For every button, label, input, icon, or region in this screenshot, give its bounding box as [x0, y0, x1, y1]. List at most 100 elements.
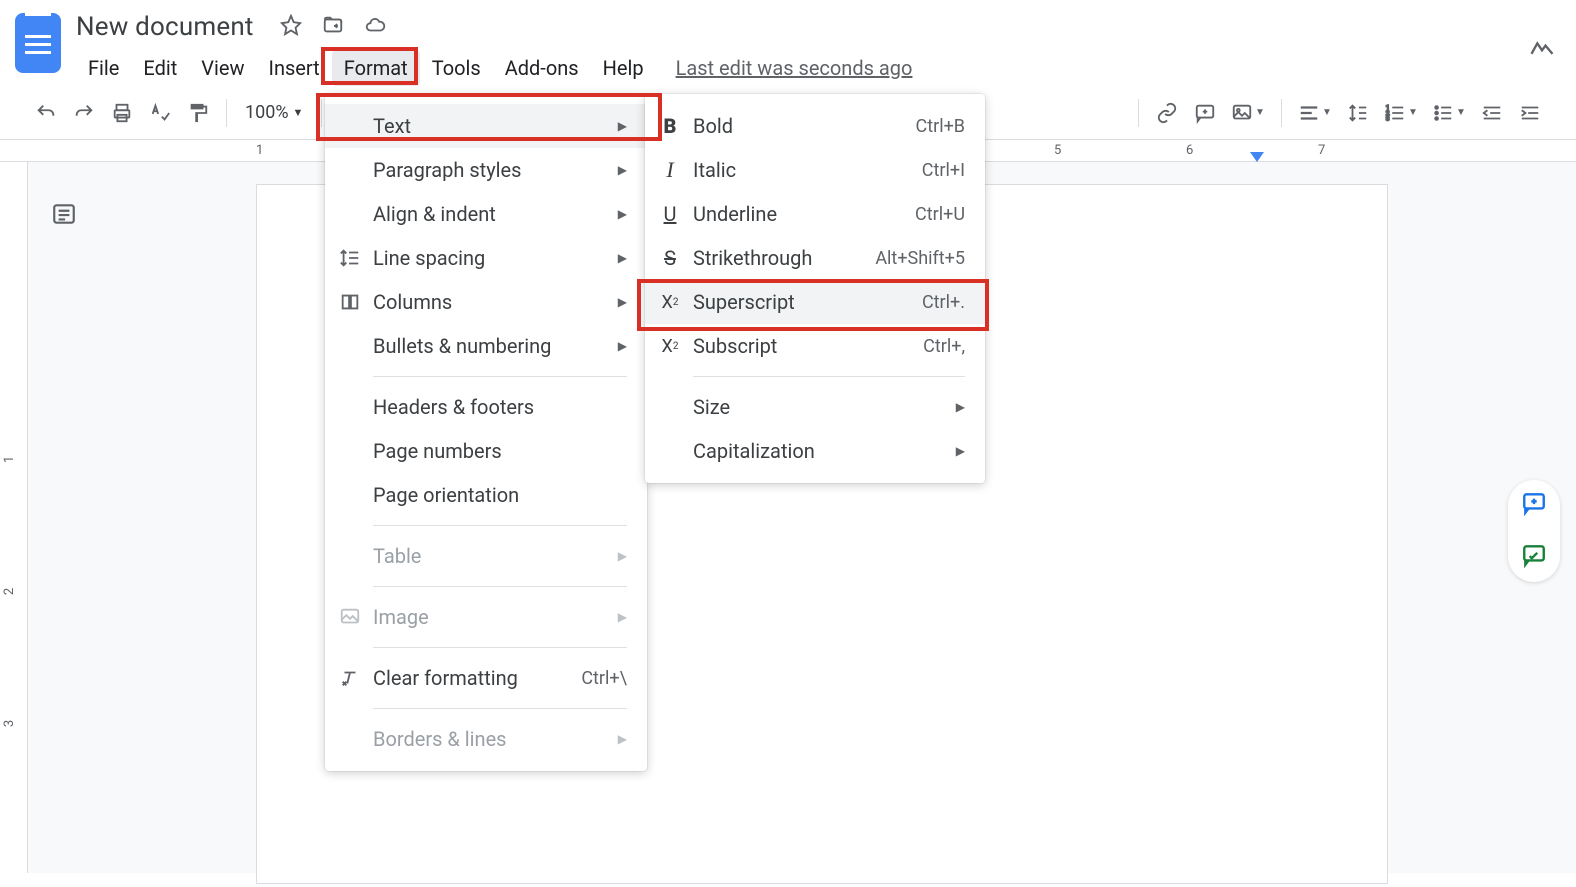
cloud-status-icon[interactable]	[364, 14, 386, 40]
format-clear-label: Clear formatting	[373, 666, 518, 690]
format-table-label: Table	[373, 544, 421, 568]
clear-formatting-icon	[339, 667, 361, 689]
format-image-label: Image	[373, 605, 429, 629]
underline-icon: U	[659, 203, 681, 225]
format-bullets-item[interactable]: Bullets & numbering▶	[325, 324, 647, 368]
menu-edit[interactable]: Edit	[131, 50, 189, 86]
spellcheck-button[interactable]	[142, 95, 178, 131]
text-sub-shortcut: Ctrl+,	[923, 336, 965, 357]
vruler-num-1: 1	[2, 456, 17, 463]
insert-image-button[interactable]: ▼	[1225, 95, 1271, 131]
format-paragraph-styles-item[interactable]: Paragraph styles▶	[325, 148, 647, 192]
text-strike-label: Strikethrough	[693, 246, 812, 270]
text-superscript-item[interactable]: X2 Superscript Ctrl+.	[645, 280, 985, 324]
text-submenu-dropdown: B Bold Ctrl+B I Italic Ctrl+I U Underlin…	[645, 94, 985, 483]
format-table-item: Table▶	[325, 534, 647, 578]
italic-icon: I	[659, 159, 681, 181]
format-page-orientation-label: Page orientation	[373, 483, 519, 507]
text-super-label: Superscript	[693, 290, 795, 314]
decrease-indent-button[interactable]	[1474, 95, 1510, 131]
format-align-indent-item[interactable]: Align & indent▶	[325, 192, 647, 236]
menu-bar: File Edit View Insert Format Tools Add-o…	[76, 50, 1564, 86]
right-indent-marker[interactable]	[1250, 152, 1264, 162]
vruler-num-2: 2	[2, 588, 17, 595]
align-button[interactable]: ▼	[1292, 95, 1338, 131]
title-block: New document File Edit View Insert Forma…	[76, 8, 1564, 86]
text-bold-item[interactable]: B Bold Ctrl+B	[645, 104, 985, 148]
text-underline-item[interactable]: U Underline Ctrl+U	[645, 192, 985, 236]
text-capitalization-item[interactable]: Capitalization▶	[645, 429, 985, 473]
suggest-edits-side-button[interactable]	[1521, 542, 1547, 572]
docs-logo-icon	[15, 13, 61, 73]
star-icon[interactable]	[280, 14, 302, 40]
zoom-value: 100%	[245, 102, 289, 123]
outline-toggle-button[interactable]	[44, 194, 84, 234]
format-columns-label: Columns	[373, 290, 452, 314]
format-clear-formatting-item[interactable]: Clear formatting Ctrl+\	[325, 656, 647, 700]
format-page-numbers-item[interactable]: Page numbers	[325, 429, 647, 473]
format-line-spacing-item[interactable]: Line spacing▶	[325, 236, 647, 280]
menu-tools[interactable]: Tools	[420, 50, 493, 86]
side-panel-buttons	[1508, 480, 1560, 582]
menu-help[interactable]: Help	[591, 50, 656, 86]
menu-addons[interactable]: Add-ons	[493, 50, 591, 86]
text-size-label: Size	[693, 395, 730, 419]
format-align-label: Align & indent	[373, 202, 496, 226]
text-underline-label: Underline	[693, 202, 777, 226]
move-icon[interactable]	[322, 14, 344, 40]
format-text-label: Text	[373, 114, 411, 138]
explore-icon[interactable]	[1528, 34, 1556, 66]
format-paragraph-label: Paragraph styles	[373, 158, 521, 182]
menu-insert[interactable]: Insert	[257, 50, 332, 86]
format-text-item[interactable]: Text▶	[325, 104, 647, 148]
text-italic-item[interactable]: I Italic Ctrl+I	[645, 148, 985, 192]
text-underline-shortcut: Ctrl+U	[915, 204, 965, 225]
last-edit-link[interactable]: Last edit was seconds ago	[676, 56, 913, 80]
format-borders-lines-item: Borders & lines▶	[325, 717, 647, 761]
text-cap-label: Capitalization	[693, 439, 815, 463]
checklist-button[interactable]: 123▼	[1378, 95, 1424, 131]
add-comment-button[interactable]	[1187, 95, 1223, 131]
format-headers-footers-item[interactable]: Headers & footers	[325, 385, 647, 429]
ruler-num-6: 6	[1186, 143, 1193, 158]
header: New document File Edit View Insert Forma…	[0, 0, 1576, 86]
text-super-shortcut: Ctrl+.	[922, 292, 965, 313]
format-line-spacing-label: Line spacing	[373, 246, 485, 270]
menu-file[interactable]: File	[76, 50, 131, 86]
print-button[interactable]	[104, 95, 140, 131]
line-spacing-button[interactable]	[1340, 95, 1376, 131]
add-comment-side-button[interactable]	[1521, 490, 1547, 520]
insert-link-button[interactable]	[1149, 95, 1185, 131]
format-image-item: Image▶	[325, 595, 647, 639]
columns-icon	[339, 291, 361, 313]
redo-button[interactable]	[66, 95, 102, 131]
docs-logo[interactable]	[12, 8, 64, 78]
menu-format[interactable]: Format	[332, 50, 420, 86]
strikethrough-icon: S	[659, 247, 681, 269]
vertical-ruler[interactable]: 1 2 3	[0, 162, 28, 873]
format-columns-item[interactable]: Columns▶	[325, 280, 647, 324]
subscript-icon: X2	[659, 335, 681, 357]
text-strikethrough-item[interactable]: S Strikethrough Alt+Shift+5	[645, 236, 985, 280]
bold-icon: B	[659, 115, 681, 137]
format-borders-label: Borders & lines	[373, 727, 507, 751]
zoom-selector[interactable]: 100% ▼	[237, 102, 311, 123]
text-size-item[interactable]: Size▶	[645, 385, 985, 429]
format-page-numbers-label: Page numbers	[373, 439, 502, 463]
ruler-num-7: 7	[1318, 143, 1325, 158]
text-subscript-item[interactable]: X2 Subscript Ctrl+,	[645, 324, 985, 368]
image-icon	[339, 606, 361, 628]
format-bullets-label: Bullets & numbering	[373, 334, 551, 358]
menu-view[interactable]: View	[189, 50, 256, 86]
document-title[interactable]: New document	[76, 12, 254, 42]
vruler-num-3: 3	[2, 720, 17, 727]
text-italic-label: Italic	[693, 158, 736, 182]
format-page-orientation-item[interactable]: Page orientation	[325, 473, 647, 517]
ruler-num-1: 1	[256, 143, 263, 158]
ruler-num-5: 5	[1054, 143, 1061, 158]
bulleted-list-button[interactable]: ▼	[1426, 95, 1472, 131]
svg-text:3: 3	[1386, 114, 1390, 122]
increase-indent-button[interactable]	[1512, 95, 1548, 131]
undo-button[interactable]	[28, 95, 64, 131]
paint-format-button[interactable]	[180, 95, 216, 131]
